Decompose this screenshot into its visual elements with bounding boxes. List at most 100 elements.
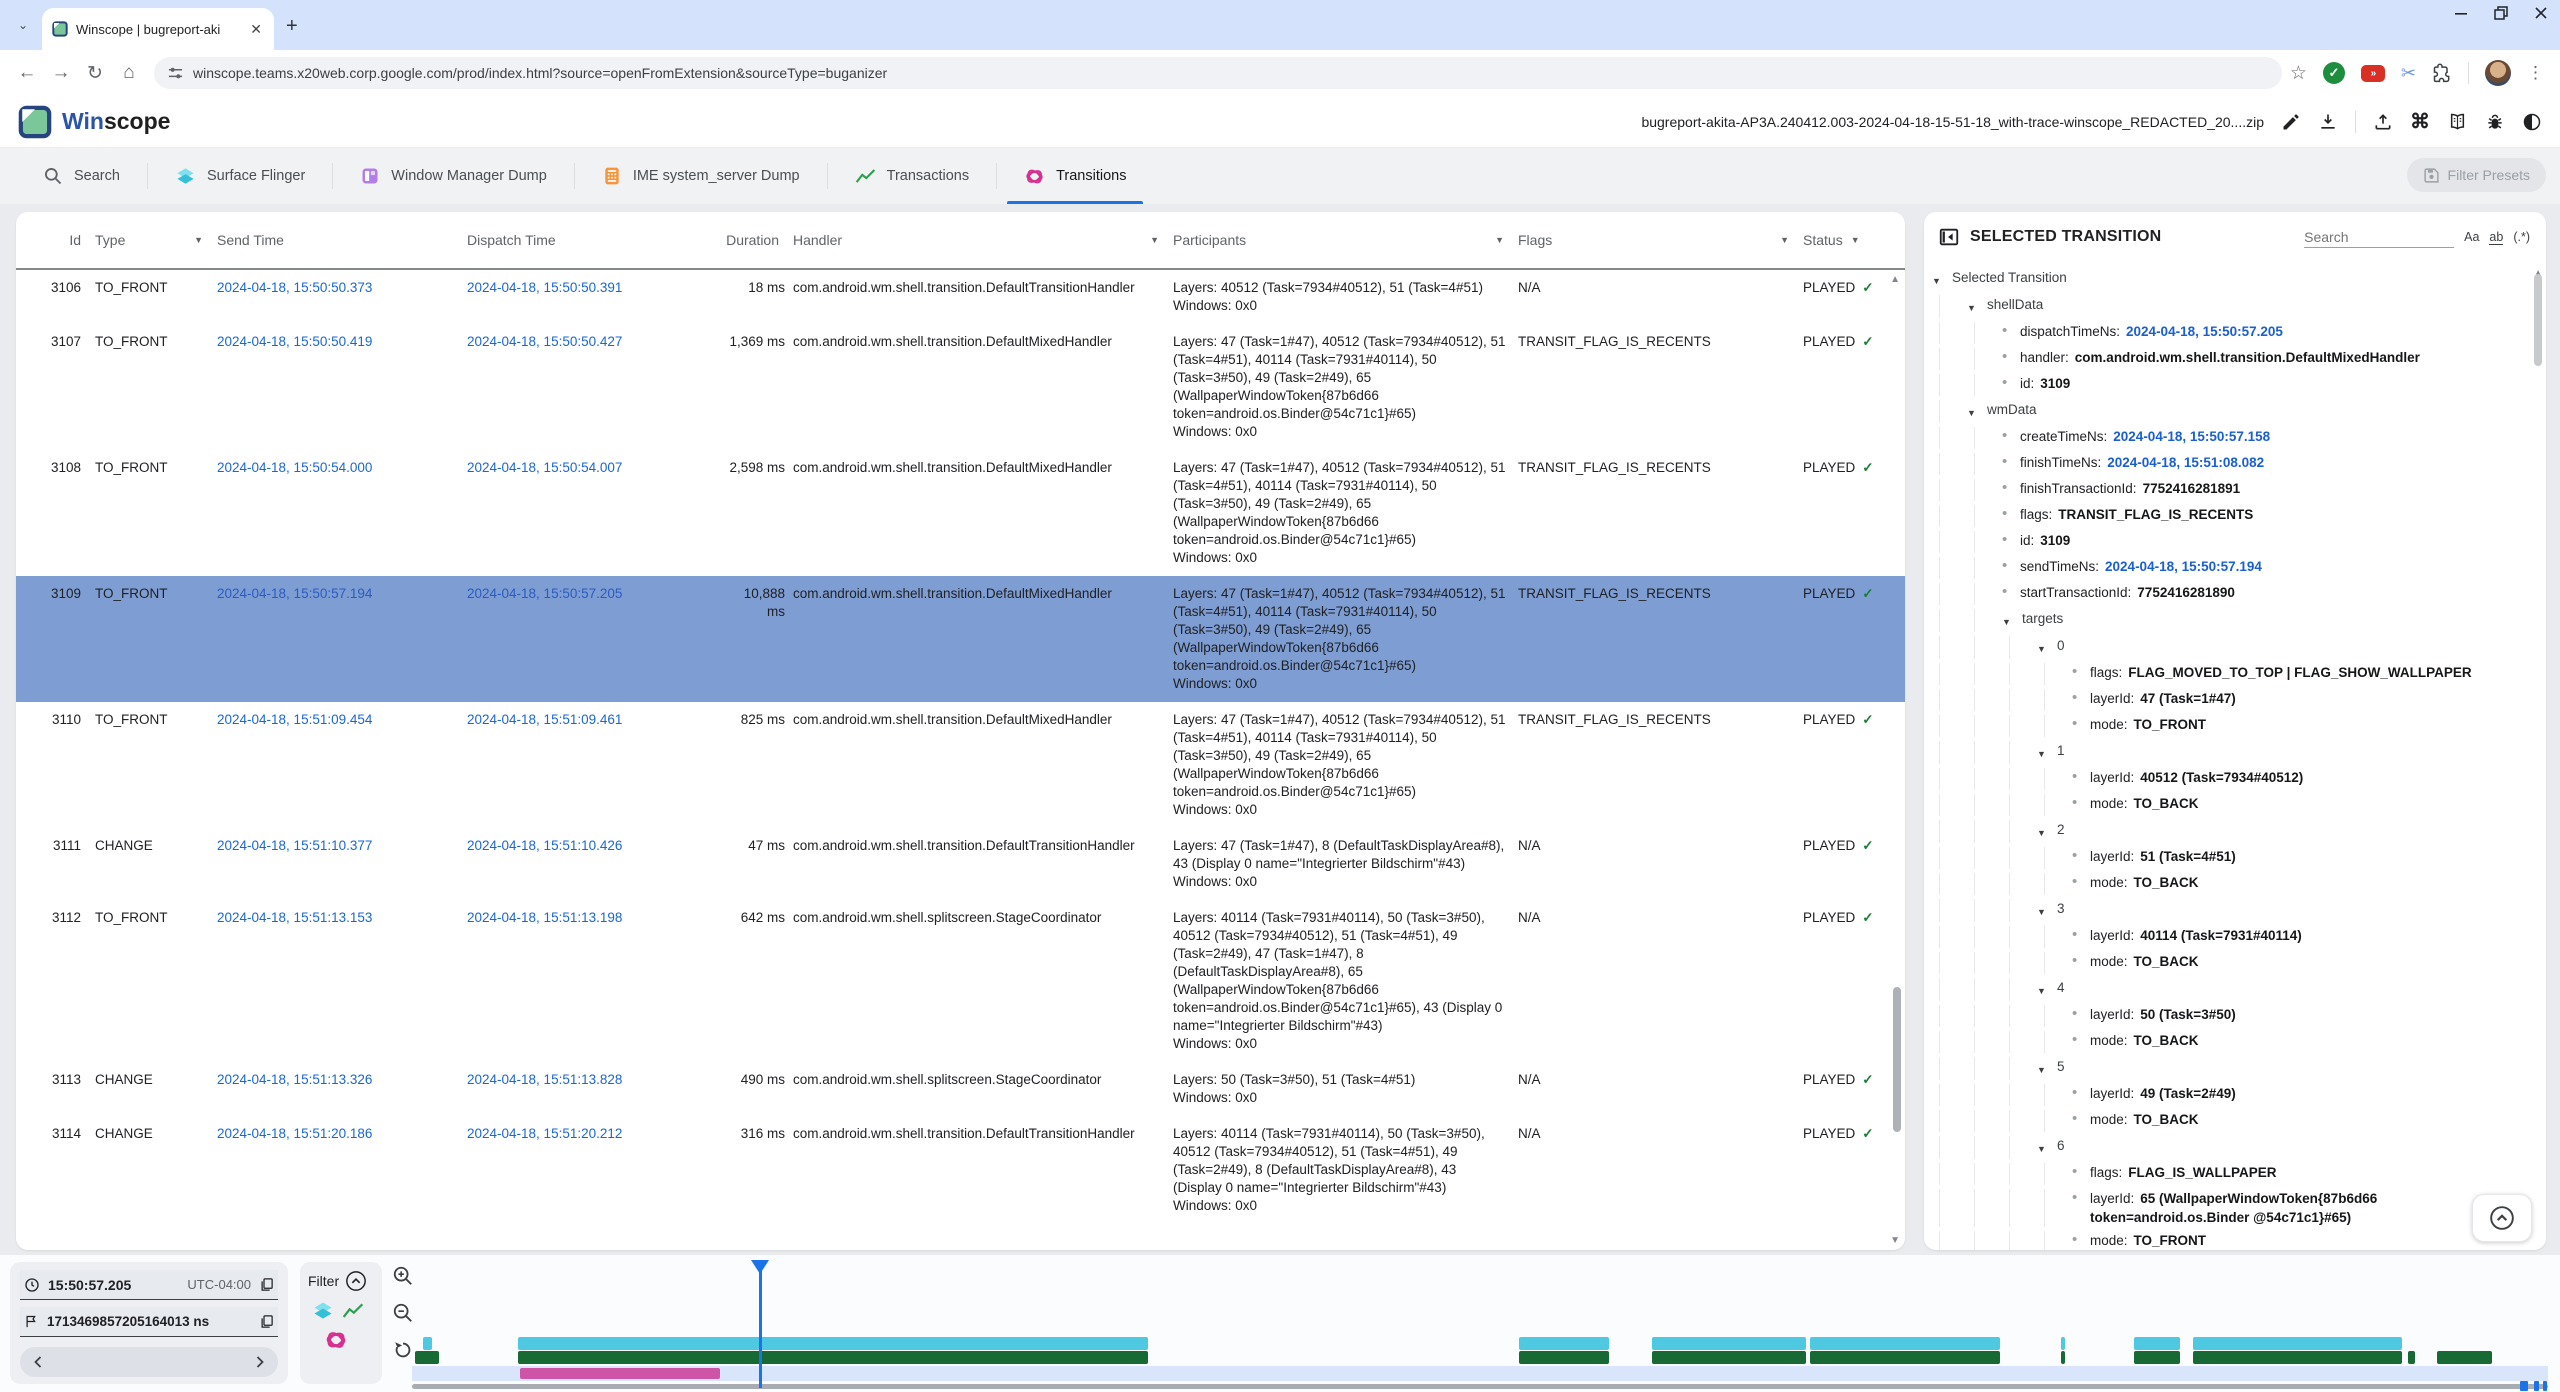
transactions-track-bar[interactable] xyxy=(1652,1351,1806,1364)
filter-caret-icon[interactable]: ▼ xyxy=(1780,235,1803,245)
transactions-track-bar[interactable] xyxy=(1519,1351,1609,1364)
zoom-reset-icon[interactable] xyxy=(392,1339,414,1361)
transactions-track-bar[interactable] xyxy=(2134,1351,2180,1364)
filter-caret-icon[interactable]: ▼ xyxy=(1851,235,1874,245)
transactions-track-bar[interactable] xyxy=(415,1351,439,1364)
send-time-link[interactable]: 2024-04-18, 15:50:57.194 xyxy=(217,586,372,601)
send-time-link[interactable]: 2024-04-18, 15:51:13.153 xyxy=(217,910,372,925)
column-header-status[interactable]: Status▼ xyxy=(1803,232,1887,248)
caret-down-icon[interactable]: ▼ xyxy=(2037,820,2057,843)
table-row[interactable]: 3113CHANGE2024-04-18, 15:51:13.3262024-0… xyxy=(16,1062,1905,1116)
filter-transitions-icon[interactable] xyxy=(324,1328,348,1352)
dispatch-time-link[interactable]: 2024-04-18, 15:51:13.828 xyxy=(467,1072,622,1087)
report-bug-icon[interactable] xyxy=(2485,112,2505,132)
table-row[interactable]: 3108TO_FRONT2024-04-18, 15:50:54.0002024… xyxy=(16,450,1905,576)
restore-icon[interactable] xyxy=(2494,6,2508,20)
new-tab-button[interactable]: + xyxy=(286,16,298,36)
documentation-book-icon[interactable] xyxy=(2447,112,2468,132)
transactions-track-bar[interactable] xyxy=(2408,1351,2415,1364)
column-header-handler[interactable]: Handler▼ xyxy=(793,232,1173,248)
table-scrollbar[interactable] xyxy=(1893,987,1901,1132)
collapse-filter-icon[interactable] xyxy=(345,1270,367,1292)
extension-check-icon[interactable]: ✓ xyxy=(2323,62,2345,84)
send-time-link[interactable]: 2024-04-18, 15:50:50.373 xyxy=(217,280,372,295)
column-header-send-time[interactable]: Send Time xyxy=(217,232,467,248)
dispatch-time-link[interactable]: 2024-04-18, 15:50:50.427 xyxy=(467,334,622,349)
table-row[interactable]: 3107TO_FRONT2024-04-18, 15:50:50.4192024… xyxy=(16,324,1905,450)
surface-flinger-track-bar[interactable] xyxy=(1810,1337,2000,1350)
copy-ns-icon[interactable] xyxy=(259,1314,274,1329)
match-word-toggle[interactable]: ab xyxy=(2489,230,2503,245)
tree-node[interactable]: ▼0 xyxy=(1932,632,2532,659)
surface-flinger-track-bar[interactable] xyxy=(2193,1337,2402,1350)
dispatch-time-link[interactable]: 2024-04-18, 15:50:50.391 xyxy=(467,280,622,295)
copy-time-icon[interactable] xyxy=(259,1277,274,1292)
transactions-track-bar[interactable] xyxy=(2437,1351,2492,1364)
column-header-id[interactable]: Id xyxy=(31,232,95,248)
tree-node[interactable]: ▼targets xyxy=(1932,605,2532,632)
url-bar[interactable]: winscope.teams.x20web.corp.google.com/pr… xyxy=(154,57,2282,89)
tree-node[interactable]: ▼wmData xyxy=(1932,396,2532,423)
send-time-link[interactable]: 2024-04-18, 15:51:09.454 xyxy=(217,712,372,727)
zoom-in-icon[interactable] xyxy=(392,1265,414,1287)
surface-flinger-track-bar[interactable] xyxy=(2134,1337,2180,1350)
column-header-dispatch-time[interactable]: Dispatch Time xyxy=(467,232,725,248)
close-icon[interactable] xyxy=(2534,6,2548,20)
dispatch-time-link[interactable]: 2024-04-18, 15:51:13.198 xyxy=(467,910,622,925)
zoom-out-icon[interactable] xyxy=(392,1302,414,1324)
extension-media-icon[interactable]: » xyxy=(2361,65,2385,82)
caret-down-icon[interactable]: ▼ xyxy=(2002,609,2022,632)
dispatch-time-link[interactable]: 2024-04-18, 15:50:54.007 xyxy=(467,460,622,475)
tab-close-icon[interactable]: ✕ xyxy=(248,21,264,38)
bookmark-star-icon[interactable]: ☆ xyxy=(2290,62,2307,85)
send-time-link[interactable]: 2024-04-18, 15:51:20.186 xyxy=(217,1126,372,1141)
tab-search-icon[interactable]: ⌄ xyxy=(10,14,36,36)
table-row[interactable]: 3109TO_FRONT2024-04-18, 15:50:57.1942024… xyxy=(16,576,1905,702)
dispatch-time-link[interactable]: 2024-04-18, 15:50:57.205 xyxy=(467,586,622,601)
column-header-duration[interactable]: Duration xyxy=(725,232,793,248)
column-header-flags[interactable]: Flags▼ xyxy=(1518,232,1803,248)
filter-surface-flinger-icon[interactable] xyxy=(312,1300,334,1322)
minimize-icon[interactable] xyxy=(2454,6,2468,20)
dispatch-time-link[interactable]: 2024-04-18, 15:51:10.426 xyxy=(467,838,622,853)
caret-down-icon[interactable]: ▼ xyxy=(2037,1136,2057,1159)
surface-flinger-track-bar[interactable] xyxy=(518,1337,1148,1350)
tab-transitions[interactable]: Transitions xyxy=(997,148,1153,204)
caret-down-icon[interactable]: ▼ xyxy=(2037,636,2057,659)
filter-caret-icon[interactable]: ▼ xyxy=(194,235,217,245)
edit-pencil-icon[interactable] xyxy=(2281,112,2301,132)
tab-window-manager-dump[interactable]: Window Manager Dump xyxy=(333,148,574,204)
reload-icon[interactable]: ↻ xyxy=(78,56,112,90)
filter-transactions-icon[interactable] xyxy=(342,1302,364,1320)
dark-mode-icon[interactable] xyxy=(2522,112,2542,132)
filter-presets-button[interactable]: Filter Presets xyxy=(2407,158,2546,192)
tree-node[interactable]: ▼3 xyxy=(1932,895,2532,922)
tree-node[interactable]: ▼5 xyxy=(1932,1053,2532,1080)
table-row[interactable]: 3106TO_FRONT2024-04-18, 15:50:50.3732024… xyxy=(16,270,1905,324)
surface-flinger-track-bar[interactable] xyxy=(423,1337,432,1350)
send-time-link[interactable]: 2024-04-18, 15:51:13.326 xyxy=(217,1072,372,1087)
column-header-type[interactable]: Type▼ xyxy=(95,232,217,248)
filter-caret-icon[interactable]: ▼ xyxy=(1495,235,1518,245)
timeline-cursor-handle[interactable] xyxy=(751,1260,769,1274)
home-icon[interactable]: ⌂ xyxy=(112,56,146,90)
tree-node[interactable]: ▼shellData xyxy=(1932,291,2532,318)
transitions-track-bar[interactable] xyxy=(520,1368,720,1379)
profile-avatar[interactable] xyxy=(2485,60,2511,86)
surface-flinger-track-bar[interactable] xyxy=(2061,1337,2065,1350)
tab-ime-system-server-dump[interactable]: IME system_server Dump xyxy=(575,148,827,204)
table-row[interactable]: 3114CHANGE2024-04-18, 15:51:20.1862024-0… xyxy=(16,1116,1905,1224)
shortcuts-icon[interactable]: ⌘ xyxy=(2410,109,2430,134)
send-time-link[interactable]: 2024-04-18, 15:50:50.419 xyxy=(217,334,372,349)
timeline-cursor[interactable] xyxy=(759,1261,762,1388)
transactions-track-bar[interactable] xyxy=(2061,1351,2065,1364)
scroll-down-icon[interactable]: ▼ xyxy=(1890,1235,1900,1246)
match-case-toggle[interactable]: Aa xyxy=(2464,230,2479,244)
cursor-ns-field[interactable]: 1713469857205164013 ns xyxy=(20,1307,278,1337)
caret-down-icon[interactable]: ▼ xyxy=(1967,295,1987,318)
caret-down-icon[interactable]: ▼ xyxy=(2037,899,2057,922)
caret-down-icon[interactable]: ▼ xyxy=(2037,741,2057,764)
forward-icon[interactable]: → xyxy=(44,56,78,90)
collapse-panel-button[interactable] xyxy=(2472,1194,2532,1242)
site-settings-icon[interactable] xyxy=(168,66,183,81)
